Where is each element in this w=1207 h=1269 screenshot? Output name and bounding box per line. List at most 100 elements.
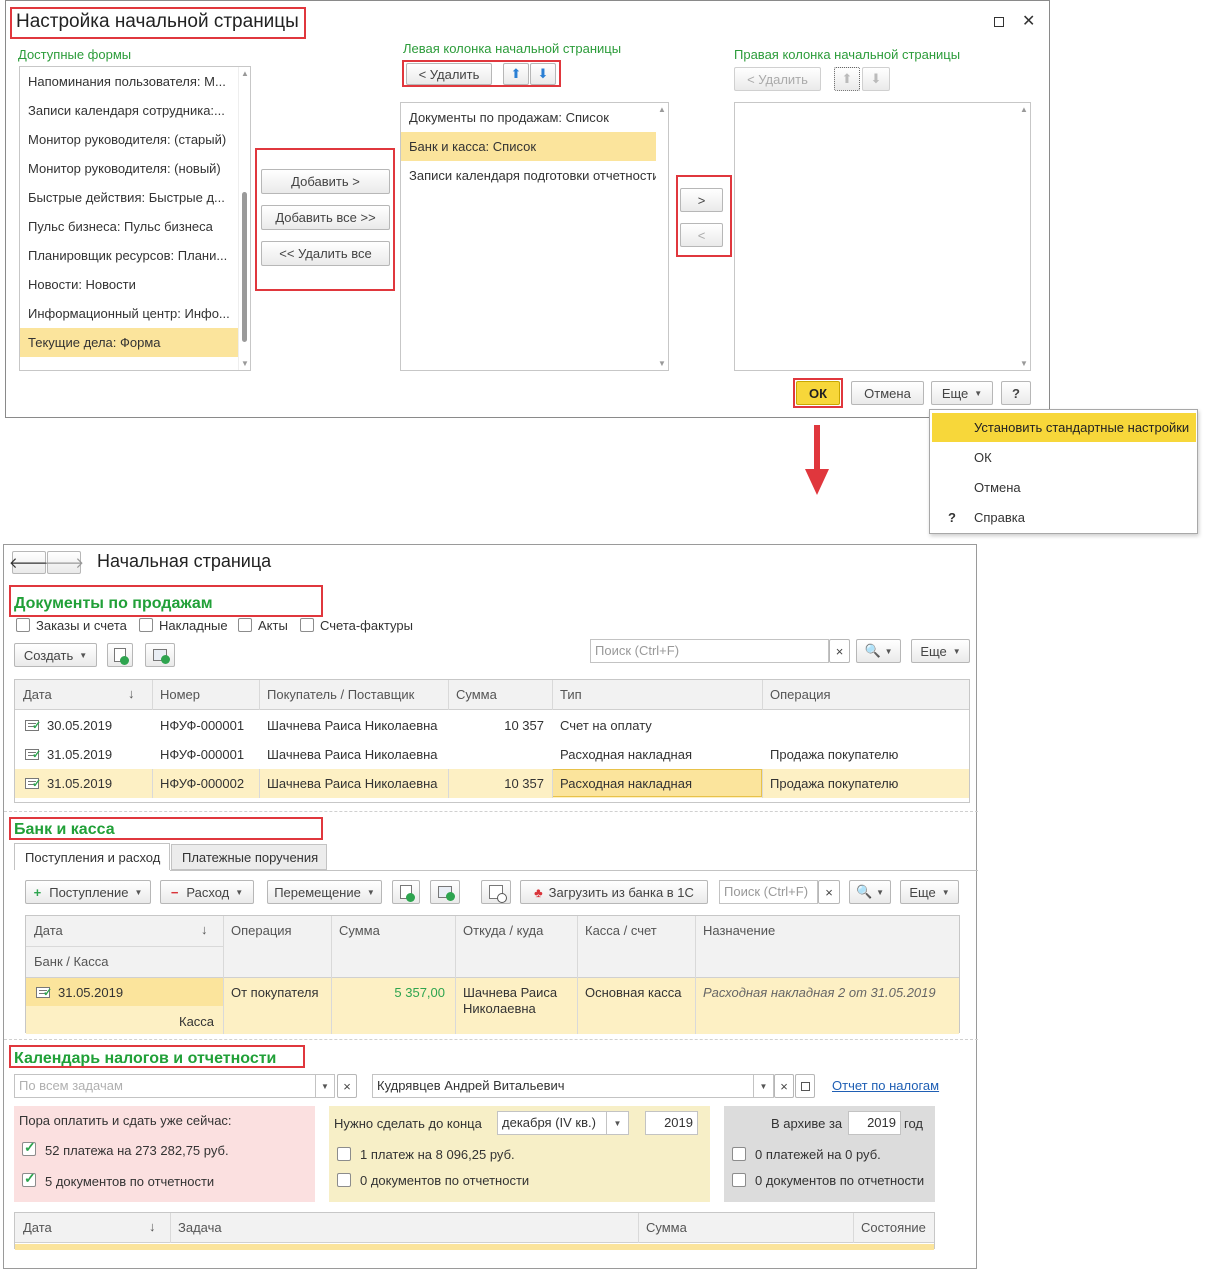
tab-income-expense[interactable]: Поступления и расход	[14, 843, 170, 870]
column-header[interactable]: Дата	[15, 1213, 52, 1242]
right-scrollbar[interactable]: ▲ ▼	[1018, 103, 1030, 370]
column-header[interactable]: Сумма	[638, 1213, 687, 1242]
expense-button[interactable]: − Расход ▼	[160, 880, 254, 904]
add-list-button[interactable]	[145, 643, 175, 667]
scroll-thumb[interactable]	[242, 192, 247, 342]
available-form-item[interactable]: Планировщик ресурсов: Плани...	[20, 241, 238, 270]
tab-payment-orders[interactable]: Платежные поручения	[171, 844, 327, 870]
todo-period-select[interactable]: декабря (IV кв.)	[497, 1111, 607, 1135]
close-icon[interactable]: ✕	[1022, 11, 1035, 31]
chevron-down-icon: ▼	[876, 887, 885, 897]
available-form-item[interactable]: Новости: Новости	[20, 270, 238, 299]
available-scrollbar[interactable]: ▲ ▼	[238, 67, 250, 370]
bank-more-button[interactable]: Еще ▼	[900, 880, 959, 904]
tax-report-link[interactable]: Отчет по налогам	[832, 1078, 939, 1093]
help-button[interactable]: ?	[1001, 381, 1031, 405]
chevron-down-icon[interactable]: ▼	[754, 1074, 774, 1098]
column-header[interactable]: Операция	[223, 916, 292, 945]
sales-search-input[interactable]: Поиск (Ctrl+F)	[590, 639, 829, 663]
menu-item-restore-defaults[interactable]: Установить стандартные настройки	[932, 413, 1196, 442]
todo-payments: 1 платеж на 8 096,25 руб.	[360, 1147, 515, 1162]
now-docs-checkbox[interactable]: ✓	[22, 1170, 36, 1187]
bank-add-document-button[interactable]	[392, 880, 420, 904]
menu-item-ok[interactable]: ОК	[932, 443, 1196, 472]
tax-table-row[interactable]	[15, 1244, 934, 1250]
task-filter-clear-button[interactable]: ×	[337, 1074, 357, 1098]
forward-button[interactable]: 🡒	[44, 551, 84, 574]
more-button[interactable]: Еще ▼	[931, 381, 993, 405]
todo-payments-checkbox[interactable]	[337, 1147, 351, 1161]
chevron-down-icon[interactable]: ▼	[316, 1074, 335, 1098]
column-header[interactable]: Сумма	[331, 916, 380, 945]
column-header[interactable]: Номер	[152, 680, 200, 709]
task-filter-select[interactable]: По всем задачам	[14, 1074, 316, 1098]
transfer-button[interactable]: Перемещение ▼	[267, 880, 382, 904]
sales-filter-checkbox[interactable]	[139, 618, 153, 632]
column-header[interactable]: Задача	[170, 1213, 222, 1242]
column-header[interactable]: Откуда / куда	[455, 916, 543, 945]
bank-add-list-button[interactable]	[430, 880, 460, 904]
add-document-button[interactable]	[107, 643, 133, 667]
chevron-down-icon[interactable]: ▼	[607, 1111, 629, 1135]
right-move-down-button[interactable]: ⬇	[862, 67, 890, 91]
sales-filter-checkbox[interactable]	[300, 618, 314, 632]
right-move-up-button[interactable]: ⬆	[834, 67, 860, 91]
available-form-item[interactable]: Монитор руководителя: (новый)	[20, 154, 238, 183]
available-forms-list[interactable]: Напоминания пользователя: М... Записи кал…	[19, 66, 251, 371]
person-select[interactable]: Кудрявцев Андрей Витальевич	[372, 1074, 754, 1098]
archive-docs-checkbox[interactable]	[732, 1173, 746, 1187]
bank-search-button[interactable]: 🔍 ▼	[849, 880, 891, 904]
load-from-bank-button[interactable]: ♣ Загрузить из банка в 1С	[520, 880, 708, 904]
column-header[interactable]: Тип	[552, 680, 582, 709]
person-clear-button[interactable]: ×	[774, 1074, 794, 1098]
column-header[interactable]: Банк / Касса	[26, 947, 109, 976]
sales-search-clear-button[interactable]: ×	[829, 639, 850, 663]
available-form-item[interactable]: Текущие дела: Форма	[20, 328, 238, 357]
right-column-list[interactable]: ▲ ▼	[734, 102, 1031, 371]
bank-search-clear-button[interactable]: ×	[818, 880, 840, 904]
archive-year-input[interactable]: 2019	[848, 1111, 901, 1135]
archive-payments-checkbox[interactable]	[732, 1147, 746, 1161]
left-column-item[interactable]: Документы по продажам: Список	[401, 103, 656, 132]
person-open-button[interactable]	[795, 1074, 815, 1098]
column-header[interactable]: Касса / счет	[577, 916, 657, 945]
available-form-item[interactable]: Монитор руководителя: (старый)	[20, 125, 238, 154]
column-header[interactable]: Покупатель / Поставщик	[259, 680, 414, 709]
available-form-item[interactable]: Информационный центр: Инфо...	[20, 299, 238, 328]
left-column-item[interactable]: Банк и касса: Список	[401, 132, 656, 161]
sales-search-button[interactable]: 🔍 ▼	[856, 639, 901, 663]
bank-schedule-button[interactable]	[481, 880, 511, 904]
column-header[interactable]: Дата	[15, 680, 52, 709]
column-header[interactable]: Сумма	[448, 680, 497, 709]
left-column-list[interactable]: Документы по продажам: Список Банк и касс…	[400, 102, 669, 371]
left-column-item[interactable]: Записи календаря подготовки отчетности	[401, 161, 656, 190]
chevron-down-icon: ▼	[952, 646, 961, 656]
sales-filter-checkbox[interactable]	[238, 618, 252, 632]
income-button[interactable]: + Поступление ▼	[25, 880, 151, 904]
table-cell: Продажа покупателю	[770, 776, 899, 791]
column-header[interactable]: Операция	[762, 680, 831, 709]
menu-item-help[interactable]: ? Справка	[932, 503, 1196, 532]
column-header[interactable]: Дата	[26, 916, 63, 945]
create-button[interactable]: Создать ▼	[14, 643, 97, 667]
now-payments-checkbox[interactable]: ✓	[22, 1139, 36, 1156]
todo-year-input[interactable]: 2019	[645, 1111, 698, 1135]
available-form-item[interactable]: Быстрые действия: Быстрые д...	[20, 183, 238, 212]
available-form-item[interactable]: Пульс бизнеса: Пульс бизнеса	[20, 212, 238, 241]
maximize-icon[interactable]	[994, 17, 1004, 27]
column-header[interactable]: Состояние	[853, 1213, 926, 1242]
available-form-item[interactable]: Записи календаря сотрудника:...	[20, 96, 238, 125]
right-remove-button[interactable]: < Удалить	[734, 67, 821, 91]
todo-docs-checkbox[interactable]	[337, 1173, 351, 1187]
cancel-button[interactable]: Отмена	[851, 381, 924, 405]
back-button[interactable]: 🡐	[9, 551, 49, 574]
bank-search-input[interactable]: Поиск (Ctrl+F)	[719, 880, 818, 904]
available-form-item[interactable]: Напоминания пользователя: М...	[20, 67, 238, 96]
sales-more-button[interactable]: Еще ▼	[911, 639, 970, 663]
left-scrollbar[interactable]: ▲ ▼	[656, 103, 668, 370]
column-header[interactable]: Назначение	[695, 916, 775, 945]
menu-item-cancel[interactable]: Отмена	[932, 473, 1196, 502]
table-cell: НФУФ-000001	[160, 718, 245, 733]
sales-filter-checkbox[interactable]	[16, 618, 30, 632]
sales-filter-label: Счета-фактуры	[320, 618, 413, 633]
